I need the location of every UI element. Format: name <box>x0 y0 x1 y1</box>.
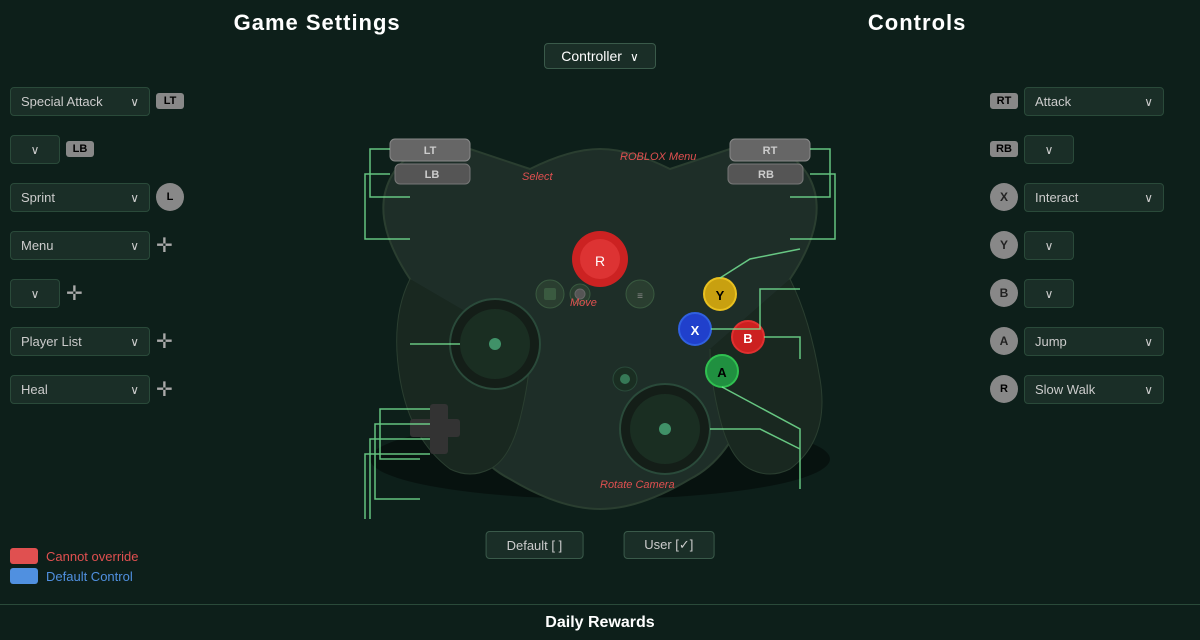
default-control-legend: Default Control <box>10 568 139 584</box>
svg-text:≡: ≡ <box>637 291 643 302</box>
jump-label: Jump <box>1035 334 1067 349</box>
b-button[interactable] <box>1024 279 1074 308</box>
control-row-lb: LB <box>10 127 210 171</box>
control-row-special-attack: Special Attack LT <box>10 79 210 123</box>
svg-text:X: X <box>691 323 700 338</box>
controller-selector: Controller <box>0 43 1200 69</box>
svg-text:RT: RT <box>763 145 778 157</box>
svg-text:A: A <box>717 365 727 380</box>
attack-button[interactable]: Attack <box>1024 87 1164 116</box>
user-button[interactable]: User [✓] <box>623 531 714 559</box>
menu-button[interactable]: Menu <box>10 231 150 260</box>
header-row: Game Settings Controls <box>0 0 1200 41</box>
chevron-icon-heal <box>130 382 139 397</box>
control-row-player-list: Player List ✛ <box>10 319 210 363</box>
svg-text:B: B <box>743 331 752 346</box>
control-row-dpad-empty: ✛ <box>10 271 210 315</box>
chevron-icon-y <box>1045 238 1054 253</box>
svg-text:R: R <box>595 253 605 269</box>
chevron-icon-lb <box>31 142 40 157</box>
chevron-icon-menu <box>130 238 139 253</box>
cannot-override-text: Cannot override <box>46 549 139 564</box>
lt-badge: LT <box>156 93 184 109</box>
dpad-down-icon: ✛ <box>156 377 173 402</box>
chevron-icon-b <box>1045 286 1054 301</box>
rotate-camera-label: Rotate Camera <box>600 479 675 491</box>
dpad-right-icon: ✛ <box>66 281 83 306</box>
roblox-menu-label: ROBLOX Menu <box>620 151 696 163</box>
control-row-sprint: Sprint L <box>10 175 210 219</box>
special-attack-label: Special Attack <box>21 94 103 109</box>
svg-text:LB: LB <box>425 169 440 181</box>
heal-label: Heal <box>21 382 48 397</box>
slow-walk-label: Slow Walk <box>1035 382 1095 397</box>
control-row-jump: A Jump <box>990 319 1190 363</box>
chevron-icon-sprint <box>130 190 139 205</box>
right-panel: RT Attack RB X Interact <box>980 69 1200 421</box>
chevron-icon-slow-walk <box>1144 382 1153 397</box>
chevron-icon-dpad-empty <box>31 286 40 301</box>
controller-svg: ⬤ R ≡ Y X <box>310 119 890 519</box>
left-panel: Special Attack LT LB Sprint L <box>0 69 220 421</box>
footer-bar: Daily Rewards <box>0 604 1200 640</box>
attack-label: Attack <box>1035 94 1071 109</box>
player-list-button[interactable]: Player List <box>10 327 150 356</box>
cannot-override-legend: Cannot override <box>10 548 139 564</box>
control-row-y: Y <box>990 223 1190 267</box>
l-badge: L <box>156 183 184 211</box>
chevron-icon-rb <box>1045 142 1054 157</box>
chevron-icon-special-attack <box>130 94 139 109</box>
move-label: Move <box>570 297 597 309</box>
control-row-interact: X Interact <box>990 175 1190 219</box>
slow-walk-button[interactable]: Slow Walk <box>1024 375 1164 404</box>
player-list-label: Player List <box>21 334 82 349</box>
lb-button[interactable] <box>10 135 60 164</box>
rb-button[interactable] <box>1024 135 1074 164</box>
control-row-heal: Heal ✛ <box>10 367 210 411</box>
svg-text:RB: RB <box>758 169 774 181</box>
controller-area: Select ROBLOX Menu Move Rotate Camera <box>200 69 1000 589</box>
dpad-up-icon: ✛ <box>156 233 173 258</box>
game-settings-title: Game Settings <box>234 10 401 36</box>
special-attack-button[interactable]: Special Attack <box>10 87 150 116</box>
default-control-text: Default Control <box>46 569 133 584</box>
svg-text:Y: Y <box>716 288 725 303</box>
controls-title: Controls <box>868 10 966 36</box>
default-button[interactable]: Default [ ] <box>486 531 584 559</box>
chevron-icon-jump <box>1144 334 1153 349</box>
control-row-slow-walk: R Slow Walk <box>990 367 1190 411</box>
controller-wrapper: Select ROBLOX Menu Move Rotate Camera <box>310 119 890 539</box>
legend-area: Cannot override Default Control <box>10 548 139 589</box>
select-label: Select <box>522 171 553 183</box>
control-row-attack: RT Attack <box>990 79 1190 123</box>
chevron-icon-player-list <box>130 334 139 349</box>
menu-label: Menu <box>21 238 54 253</box>
svg-text:LT: LT <box>424 145 437 157</box>
control-row-rb: RB <box>990 127 1190 171</box>
chevron-icon-interact <box>1144 190 1153 205</box>
chevron-down-icon <box>630 48 639 64</box>
jump-button[interactable]: Jump <box>1024 327 1164 356</box>
dpad-left-icon: ✛ <box>156 329 173 354</box>
controller-dropdown-label: Controller <box>561 48 622 64</box>
lb-badge: LB <box>66 141 94 157</box>
heal-button[interactable]: Heal <box>10 375 150 404</box>
control-row-b: B <box>990 271 1190 315</box>
controller-dropdown[interactable]: Controller <box>544 43 656 69</box>
default-control-color <box>10 568 38 584</box>
y-button[interactable] <box>1024 231 1074 260</box>
dpad-empty-button[interactable] <box>10 279 60 308</box>
sprint-button[interactable]: Sprint <box>10 183 150 212</box>
control-row-menu: Menu ✛ <box>10 223 210 267</box>
interact-button[interactable]: Interact <box>1024 183 1164 212</box>
cannot-override-color <box>10 548 38 564</box>
chevron-icon-attack <box>1144 94 1153 109</box>
daily-rewards-text: Daily Rewards <box>545 614 654 632</box>
sprint-label: Sprint <box>21 190 55 205</box>
main-area: Special Attack LT LB Sprint L <box>0 69 1200 640</box>
default-user-row: Default [ ] User [✓] <box>486 531 715 559</box>
interact-label: Interact <box>1035 190 1078 205</box>
